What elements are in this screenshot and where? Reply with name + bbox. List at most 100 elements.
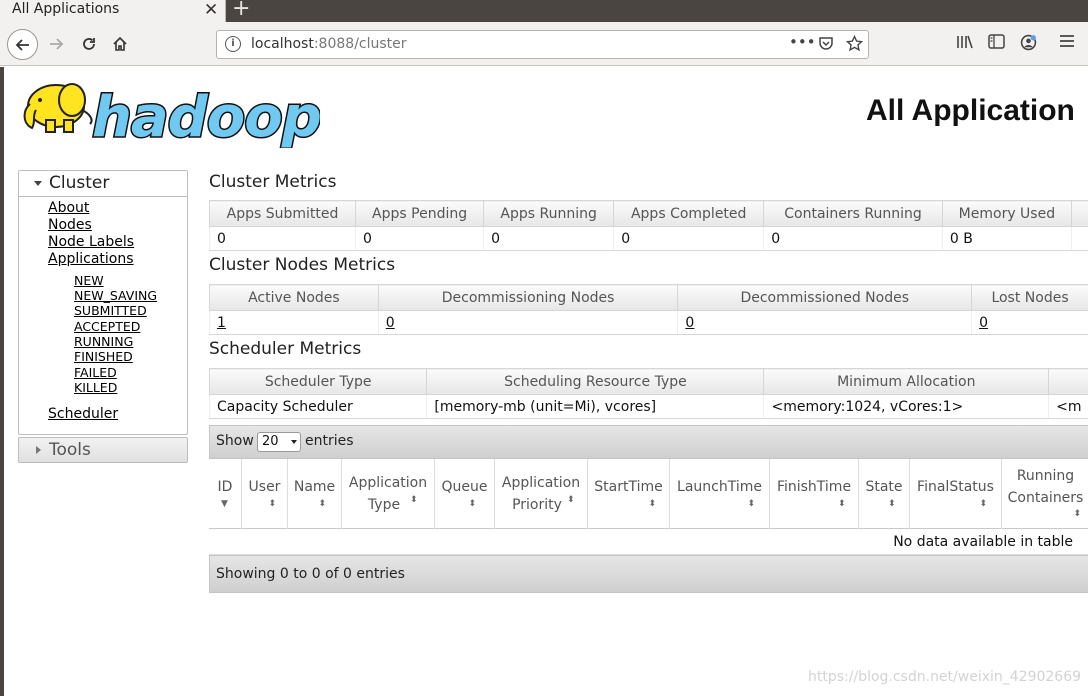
elephant-icon [23, 83, 93, 133]
scheduler-link[interactable]: Scheduler [48, 406, 118, 422]
col-application-priority[interactable]: Application Priority ⬍ [495, 459, 588, 529]
col-minimum-allocation: Minimum Allocation [763, 368, 1050, 395]
empty-table-row: No data available in table [209, 529, 1088, 555]
col-active-nodes: Active Nodes [209, 284, 379, 311]
svg-text:hadoop: hadoop [92, 85, 320, 148]
col-start-time[interactable]: StartTime ⬍ [588, 459, 670, 529]
sort-desc-icon: ▼ [221, 499, 228, 509]
back-icon[interactable] [7, 29, 38, 60]
state-new-link[interactable]: NEW [74, 273, 104, 288]
sort-icon: ⬍ [1073, 509, 1082, 519]
entries-info: Showing 0 to 0 of 0 entries [216, 566, 405, 582]
col-state[interactable]: State ⬍ [859, 459, 910, 529]
sort-icon: ⬍ [747, 499, 756, 509]
apps-pending-value: 0 [355, 226, 484, 251]
pocket-icon[interactable] [818, 35, 834, 55]
sort-icon: ⬍ [468, 499, 477, 509]
select-caret-icon [291, 440, 297, 444]
decommissioning-nodes-link[interactable]: 0 [377, 310, 678, 335]
col-running-containers[interactable]: Running Containers ⬍ [1002, 459, 1088, 529]
more-icon[interactable]: ••• [789, 33, 816, 51]
scheduler-type-value: Capacity Scheduler [208, 394, 427, 419]
page-size-select[interactable]: 20 [257, 432, 301, 452]
decommissioned-nodes-link[interactable]: 0 [677, 310, 972, 335]
apps-table-toolbar: Show 20 entries [209, 425, 1088, 459]
reload-icon[interactable] [75, 30, 103, 58]
minimum-allocation-value: <memory:1024, vCores:1> [763, 394, 1049, 419]
bookmark-star-icon[interactable] [845, 34, 864, 56]
state-finished-link[interactable]: FINISHED [74, 349, 133, 364]
browser-tab[interactable]: All Applications ✕ [0, 0, 226, 22]
col-queue[interactable]: Queue ⬍ [435, 459, 495, 529]
sort-icon: ⬍ [268, 499, 277, 509]
state-accepted-link[interactable]: ACCEPTED [74, 319, 140, 334]
menu-icon[interactable] [1059, 34, 1075, 52]
cluster-metrics-title: Cluster Metrics [209, 172, 337, 192]
apps-running-value: 0 [483, 226, 614, 251]
sort-icon: ⬍ [648, 499, 657, 509]
url-text: localhost:8088/cluster [251, 36, 407, 52]
col-lost-nodes: Lost Nodes [971, 284, 1088, 311]
apps-table-header: ID ▼ User ⬍ Name ⬍ Application Type ⬍ Qu… [209, 459, 1088, 529]
apps-table-footer: Showing 0 to 0 of 0 entries [209, 555, 1088, 593]
state-submitted-link[interactable]: SUBMITTED [74, 303, 147, 318]
tools-menu-header[interactable]: Tools [18, 437, 188, 463]
col-scheduling-resource-type: Scheduling Resource Type [426, 368, 765, 395]
col-id[interactable]: ID ▼ [209, 459, 242, 529]
account-icon[interactable] [1020, 34, 1037, 55]
state-failed-link[interactable]: FAILED [74, 365, 117, 380]
scheduling-resource-type-value: [memory-mb (unit=Mi), vcores] [426, 394, 764, 419]
col-user[interactable]: User ⬍ [242, 459, 288, 529]
scheduler-metrics-title: Scheduler Metrics [209, 339, 362, 359]
col-containers-running: Containers Running [763, 200, 943, 227]
node-labels-link[interactable]: Node Labels [48, 234, 134, 250]
state-new-saving-link[interactable]: NEW_SAVING [74, 288, 157, 303]
state-killed-link[interactable]: KILLED [74, 380, 117, 395]
hadoop-logo[interactable]: hadoop [20, 76, 323, 152]
about-link[interactable]: About [48, 200, 89, 216]
sort-icon: ⬍ [318, 499, 327, 509]
col-apps-pending: Apps Pending [355, 200, 485, 227]
apps-submitted-value: 0 [208, 226, 356, 251]
cluster-metrics-table: Apps Submitted Apps Pending Apps Running… [208, 200, 1088, 251]
new-tab-icon[interactable]: + [232, 0, 250, 21]
sort-icon: ⬍ [567, 495, 575, 505]
col-memory-used: Memory Used [941, 200, 1072, 227]
col-apps-running: Apps Running [483, 200, 615, 227]
library-icon[interactable] [956, 34, 974, 54]
col-decommissioned-nodes: Decommissioned Nodes [677, 284, 973, 311]
show-label: Show [216, 433, 254, 449]
empty-table-message: No data available in table [893, 534, 1073, 550]
window-frame [0, 67, 4, 696]
containers-running-value: 0 [763, 226, 943, 251]
active-nodes-link[interactable]: 1 [209, 310, 379, 335]
navigation-toolbar: i localhost:8088/cluster ••• [0, 22, 1088, 66]
sort-icon: ⬍ [838, 499, 846, 509]
col-name[interactable]: Name ⬍ [288, 459, 342, 529]
memory-used-value: 0 B [941, 226, 1072, 251]
col-maximum-allocation [1048, 368, 1088, 395]
col-application-type[interactable]: Application Type ⬍ [342, 459, 435, 529]
sort-icon: ⬍ [888, 499, 896, 509]
cluster-menu-header[interactable]: Cluster [19, 171, 187, 197]
info-icon[interactable]: i [225, 36, 241, 52]
scheduler-metrics-table: Scheduler Type Scheduling Resource Type … [208, 368, 1088, 419]
applications-link[interactable]: Applications [48, 251, 134, 267]
maximum-allocation-value: <m [1048, 394, 1088, 419]
sort-icon: ⬍ [410, 495, 418, 505]
address-bar[interactable]: i localhost:8088/cluster ••• [216, 30, 869, 59]
state-running-link[interactable]: RUNNING [74, 334, 133, 349]
nodes-link[interactable]: Nodes [48, 217, 92, 233]
col-final-status[interactable]: FinalStatus ⬍ [910, 459, 1002, 529]
tab-close-icon[interactable]: ✕ [204, 0, 218, 20]
forward-icon[interactable] [42, 30, 70, 58]
lost-nodes-link[interactable]: 0 [971, 310, 1088, 335]
tab-bar: All Applications ✕ + [0, 0, 1088, 22]
col-launch-time[interactable]: LaunchTime ⬍ [670, 459, 770, 529]
col-decommissioning-nodes: Decommissioning Nodes [377, 284, 679, 311]
apps-completed-value: 0 [613, 226, 764, 251]
home-icon[interactable] [106, 30, 134, 58]
tools-label: Tools [49, 440, 91, 460]
sidebar-icon[interactable] [988, 34, 1005, 53]
col-finish-time[interactable]: FinishTime ⬍ [770, 459, 859, 529]
